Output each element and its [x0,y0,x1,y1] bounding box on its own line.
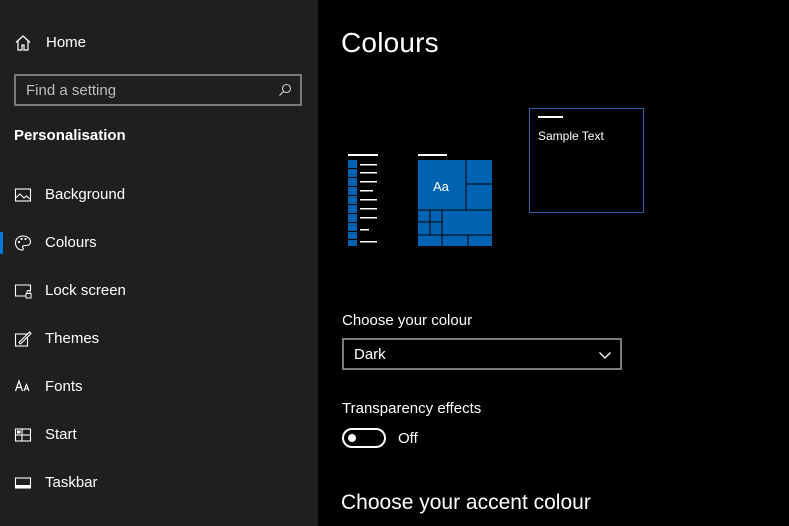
home-label: Home [46,34,87,51]
sidebar-item-taskbar[interactable]: Taskbar [0,463,318,503]
toggle-state-label: Off [398,430,418,447]
sample-text: Sample Text [538,129,604,143]
sidebar-item-label: Background [45,186,126,203]
sidebar-item-lock-screen[interactable]: Lock screen [0,271,318,311]
sidebar-item-start[interactable]: Start [0,415,318,455]
sidebar-item-label: Lock screen [45,282,126,299]
lock-screen-icon [14,284,32,299]
accent-colour-heading: Choose your accent colour [341,491,591,514]
themes-icon [14,331,32,347]
image-icon [14,188,32,202]
sidebar-item-fonts[interactable]: Fonts [0,367,318,407]
dropdown-value: Dark [354,346,386,363]
sidebar-item-label: Fonts [45,378,83,395]
tile-text: Aa [433,179,450,194]
palette-icon [14,235,32,251]
fonts-icon [14,379,30,392]
sample-window-preview: Sample Text [529,108,644,213]
toggle-knob [348,434,356,442]
home-icon [15,35,31,51]
sidebar-item-label: Themes [45,330,100,347]
sidebar: Home Personalisation Background Colours [0,0,318,526]
chevron-down-icon [599,352,611,359]
search-input[interactable] [16,76,300,104]
search-box[interactable] [14,74,302,106]
transparency-toggle[interactable] [342,428,386,448]
taskbar-icon [14,477,32,489]
choose-colour-dropdown[interactable]: Dark [342,338,622,370]
home-link[interactable]: Home [0,28,318,58]
sidebar-item-themes[interactable]: Themes [0,319,318,359]
sidebar-item-label: Taskbar [45,474,98,491]
selection-indicator [0,232,3,254]
sidebar-item-label: Colours [45,234,97,251]
sidebar-item-colours[interactable]: Colours [0,223,318,263]
transparency-label: Transparency effects [342,400,482,417]
section-title: Personalisation [14,127,126,144]
start-icon [14,428,32,442]
start-list-preview [348,154,378,246]
main-content: Colours Aa Sample Text Choose your colou… [318,0,789,526]
tiles-preview: Aa [418,154,492,246]
sidebar-item-label: Start [45,426,77,443]
search-icon[interactable] [278,83,292,97]
choose-colour-label: Choose your colour [342,312,473,329]
sidebar-item-background[interactable]: Background [0,175,318,215]
sample-title-bar [538,116,563,118]
